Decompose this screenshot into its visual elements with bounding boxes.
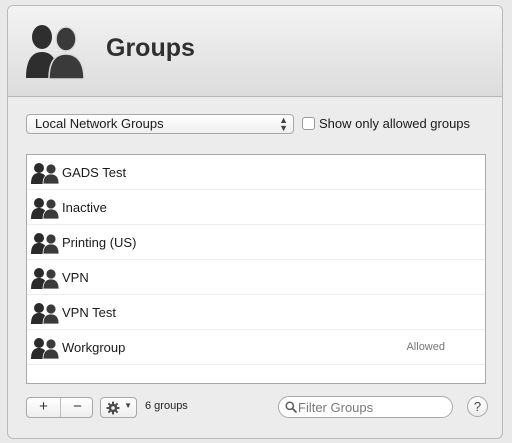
group-count: 6 groups [145, 400, 188, 412]
add-remove-buttons: + − [26, 397, 93, 418]
group-icon [31, 268, 60, 289]
group-icon [31, 338, 60, 359]
list-item[interactable]: Workgroup Allowed [27, 330, 485, 365]
header: Groups [8, 6, 502, 97]
help-button[interactable]: ? [467, 396, 488, 417]
filter-groups-input[interactable] [298, 399, 446, 415]
group-name: VPN [62, 270, 89, 285]
add-group-button[interactable]: + [27, 398, 60, 417]
group-name: GADS Test [62, 165, 127, 180]
group-icon [31, 233, 60, 254]
page-title: Groups [106, 34, 195, 62]
list-item[interactable]: Printing (US) [27, 225, 485, 260]
filter-field[interactable] [278, 396, 453, 418]
chevron-down-icon: ▼ [124, 401, 132, 410]
groups-window: Groups Local Network Groups ▲ ▼ Show only… [7, 5, 503, 439]
list-item[interactable]: VPN Test [27, 295, 485, 330]
group-name: VPN Test [62, 305, 116, 320]
group-source-popup[interactable]: Local Network Groups ▲ ▼ [26, 114, 294, 134]
list-item[interactable]: Inactive [27, 190, 485, 225]
show-allowed-label: Show only allowed groups [319, 116, 471, 131]
group-icon [26, 25, 85, 80]
action-menu-button[interactable]: ▼ [100, 397, 137, 418]
list-item[interactable]: VPN [27, 260, 485, 295]
gear-icon [106, 401, 120, 415]
groups-list[interactable]: GADS Test Inactive Printing (US) VPN VPN… [26, 154, 486, 384]
popup-arrows-icon: ▲ ▼ [279, 115, 288, 133]
show-allowed-option[interactable]: Show only allowed groups [302, 116, 470, 134]
group-source-value: Local Network Groups [35, 116, 164, 131]
show-allowed-checkbox[interactable] [302, 117, 315, 130]
group-icon [31, 163, 60, 184]
group-name: Workgroup [62, 340, 126, 355]
group-status: Allowed [406, 341, 445, 353]
search-icon [285, 401, 297, 413]
list-item[interactable]: GADS Test [27, 155, 485, 190]
group-icon [31, 198, 60, 219]
group-name: Inactive [62, 200, 107, 215]
group-name: Printing (US) [62, 235, 137, 250]
remove-group-button[interactable]: − [60, 398, 94, 417]
group-icon [31, 303, 60, 324]
